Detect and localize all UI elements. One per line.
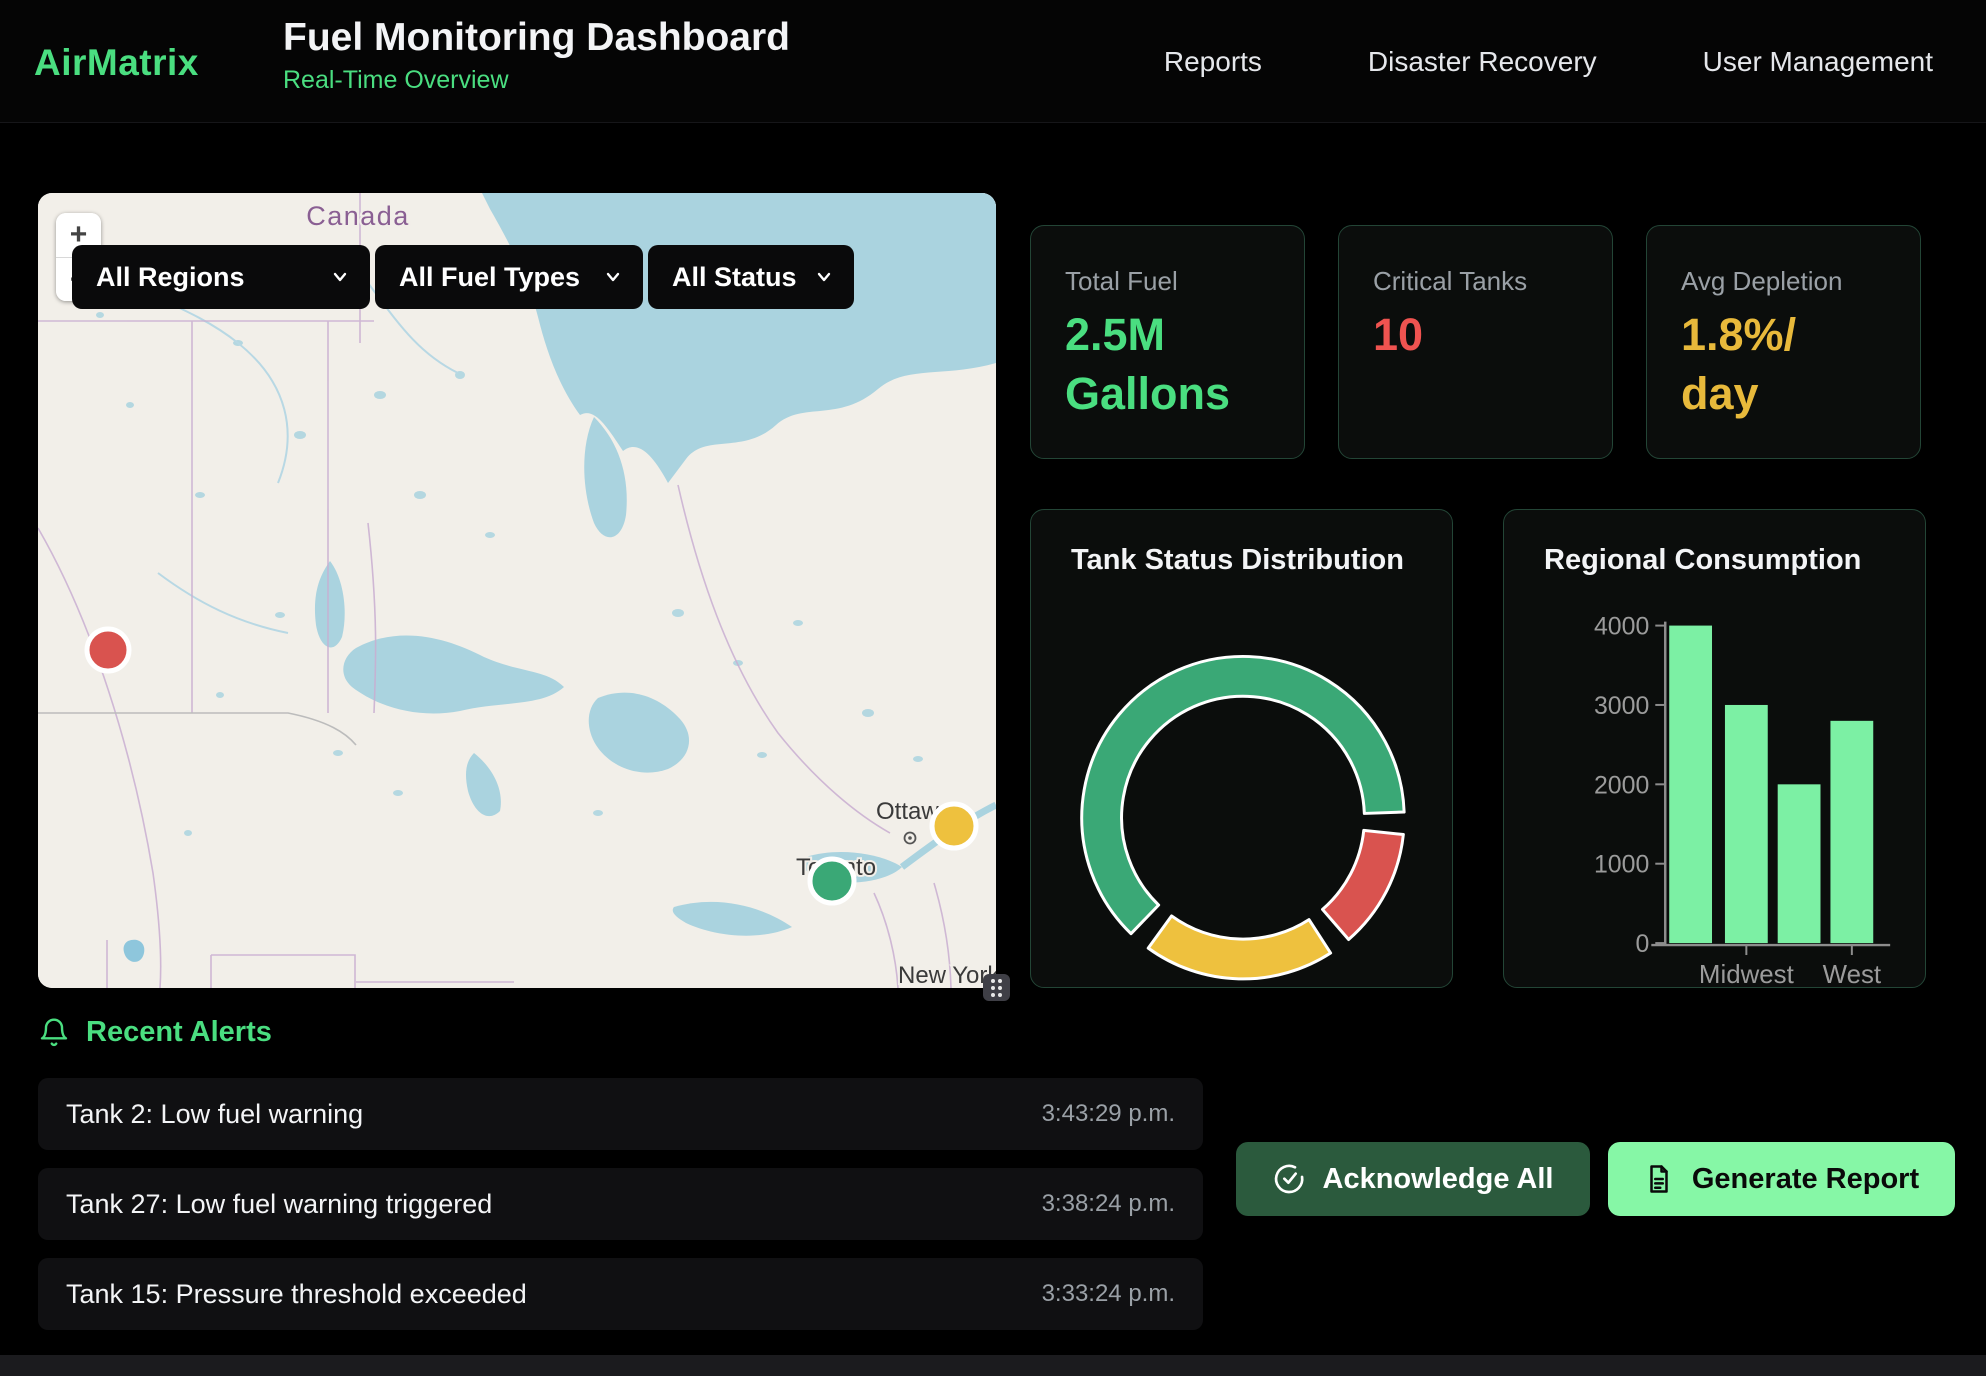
svg-text:1000: 1000: [1594, 851, 1649, 879]
alerts-title: Recent Alerts: [86, 1016, 272, 1049]
bar-chart: 0 1000 2000 3000 4000 Midwest West: [1504, 510, 1925, 987]
filter-fuel-types-label: All Fuel Types: [399, 262, 580, 293]
donut-segment-warning: [1148, 916, 1330, 979]
map-tiles: Canada Ottawa Toronto New York: [38, 193, 996, 988]
filter-regions-dropdown[interactable]: All Regions: [72, 245, 370, 309]
map-marker-2[interactable]: [810, 859, 854, 903]
stat-value-1: 10: [1373, 305, 1578, 364]
svg-text:Midwest: Midwest: [1699, 961, 1794, 987]
map-marker-0[interactable]: [87, 629, 129, 671]
map-marker-1[interactable]: [932, 804, 976, 848]
brand-logo: AirMatrix: [34, 42, 199, 84]
alert-text: Tank 27: Low fuel warning triggered: [66, 1189, 492, 1220]
svg-text:0: 0: [1635, 930, 1649, 958]
page-subtitle: Real-Time Overview: [283, 66, 790, 95]
alert-row-0[interactable]: Tank 2: Low fuel warning 3:43:29 p.m.: [38, 1078, 1203, 1150]
map-resize-handle[interactable]: [983, 974, 1010, 1001]
map-label-canada: Canada: [306, 201, 410, 231]
nav-item-disaster-recovery[interactable]: Disaster Recovery: [1368, 46, 1597, 78]
svg-text:2000: 2000: [1594, 771, 1649, 799]
ottawa-town-dot: [908, 836, 912, 840]
svg-text:West: West: [1823, 961, 1881, 987]
report-doc-icon: [1644, 1164, 1674, 1194]
alert-text: Tank 2: Low fuel warning: [66, 1099, 363, 1130]
alert-row-2[interactable]: Tank 15: Pressure threshold exceeded 3:3…: [38, 1258, 1203, 1330]
filter-status-label: All Status: [672, 262, 797, 293]
filter-fuel-types-dropdown[interactable]: All Fuel Types: [375, 245, 643, 309]
alert-text: Tank 15: Pressure threshold exceeded: [66, 1279, 527, 1310]
stat-label: Avg Depletion: [1681, 266, 1886, 297]
bar-3: [1830, 721, 1873, 943]
map-label-new-york: New York: [898, 962, 996, 988]
regional-consumption-card: Regional Consumption 01000200030004000Mi…: [1503, 509, 1926, 988]
acknowledge-all-button[interactable]: Acknowledge All: [1236, 1142, 1590, 1216]
map-panel[interactable]: Canada Ottawa Toronto New York + − All R…: [38, 193, 996, 988]
top-nav: Reports Disaster Recovery User Managemen…: [1164, 0, 1933, 123]
top-header: AirMatrix Fuel Monitoring Dashboard Real…: [0, 0, 1986, 123]
stat-label: Critical Tanks: [1373, 266, 1578, 297]
chevron-down-icon: [603, 267, 623, 287]
acknowledge-all-label: Acknowledge All: [1323, 1163, 1554, 1196]
generate-report-label: Generate Report: [1692, 1163, 1919, 1196]
alert-time: 3:38:24 p.m.: [1042, 1190, 1175, 1218]
filter-status-dropdown[interactable]: All Status: [648, 245, 854, 309]
donut-segment-critical: [1323, 830, 1404, 939]
svg-text:3000: 3000: [1594, 692, 1649, 720]
alert-row-1[interactable]: Tank 27: Low fuel warning triggered 3:38…: [38, 1168, 1203, 1240]
nav-item-reports[interactable]: Reports: [1164, 46, 1262, 78]
stats-row: Total Fuel 2.5MGallons Critical Tanks 10…: [1030, 225, 1921, 459]
tank-status-card: Tank Status Distribution: [1030, 509, 1453, 988]
donut-chart: [1031, 510, 1452, 987]
chevron-down-icon: [330, 267, 350, 287]
alerts-header: Recent Alerts: [38, 1016, 272, 1049]
nav-item-user-management[interactable]: User Management: [1703, 46, 1933, 78]
alert-time: 3:33:24 p.m.: [1042, 1280, 1175, 1308]
check-circle-icon: [1273, 1163, 1305, 1195]
filter-regions-label: All Regions: [96, 262, 245, 293]
footer-strip: [0, 1355, 1986, 1376]
bar-2: [1778, 784, 1821, 943]
svg-text:4000: 4000: [1594, 613, 1649, 641]
page-title: Fuel Monitoring Dashboard: [283, 17, 790, 60]
title-block: Fuel Monitoring Dashboard Real-Time Over…: [283, 17, 790, 95]
stat-card-critical-tanks: Critical Tanks 10: [1338, 225, 1613, 459]
map-filters: All Regions All Fuel Types All Status: [72, 245, 854, 309]
bell-icon: [38, 1017, 70, 1049]
bar-0: [1669, 626, 1712, 943]
chevron-down-icon: [814, 267, 834, 287]
stat-card-total-fuel: Total Fuel 2.5MGallons: [1030, 225, 1305, 459]
alert-time: 3:43:29 p.m.: [1042, 1100, 1175, 1128]
stat-card-avg-depletion: Avg Depletion 1.8%/day: [1646, 225, 1921, 459]
stat-value-2: 1.8%/day: [1681, 305, 1886, 424]
bar-1: [1725, 705, 1768, 943]
stat-value-0: 2.5MGallons: [1065, 305, 1270, 424]
generate-report-button[interactable]: Generate Report: [1608, 1142, 1955, 1216]
stat-label: Total Fuel: [1065, 266, 1270, 297]
